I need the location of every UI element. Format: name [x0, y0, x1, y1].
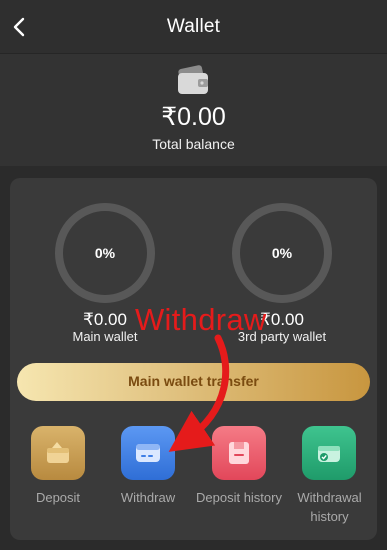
page-title: Wallet — [166, 16, 221, 37]
withdrawal-history-icon — [318, 446, 340, 462]
third-party-wallet-progress-ring: 0% — [232, 203, 332, 303]
withdrawal-history-button[interactable] — [302, 426, 356, 480]
annotation-arrow-icon — [168, 334, 230, 452]
total-balance-label: Total balance — [152, 136, 235, 152]
deposit-button[interactable] — [31, 426, 85, 480]
balance-summary: ₹0.00 Total balance — [0, 54, 387, 166]
main-wallet-progress-ring: 0% — [55, 203, 155, 303]
header-bar: Wallet — [0, 0, 387, 54]
withdraw-label: Withdraw — [120, 490, 176, 505]
main-wallet-percent: 0% — [94, 245, 116, 261]
withdrawal-history-label: Withdrawal history — [297, 490, 362, 524]
deposit-icon — [47, 442, 69, 463]
deposit-history-label: Deposit history — [196, 490, 282, 505]
wallet-icon — [178, 65, 208, 94]
deposit-label: Deposit — [35, 490, 81, 505]
total-balance-value: ₹0.00 — [161, 103, 226, 131]
third-party-wallet-percent: 0% — [271, 245, 293, 261]
